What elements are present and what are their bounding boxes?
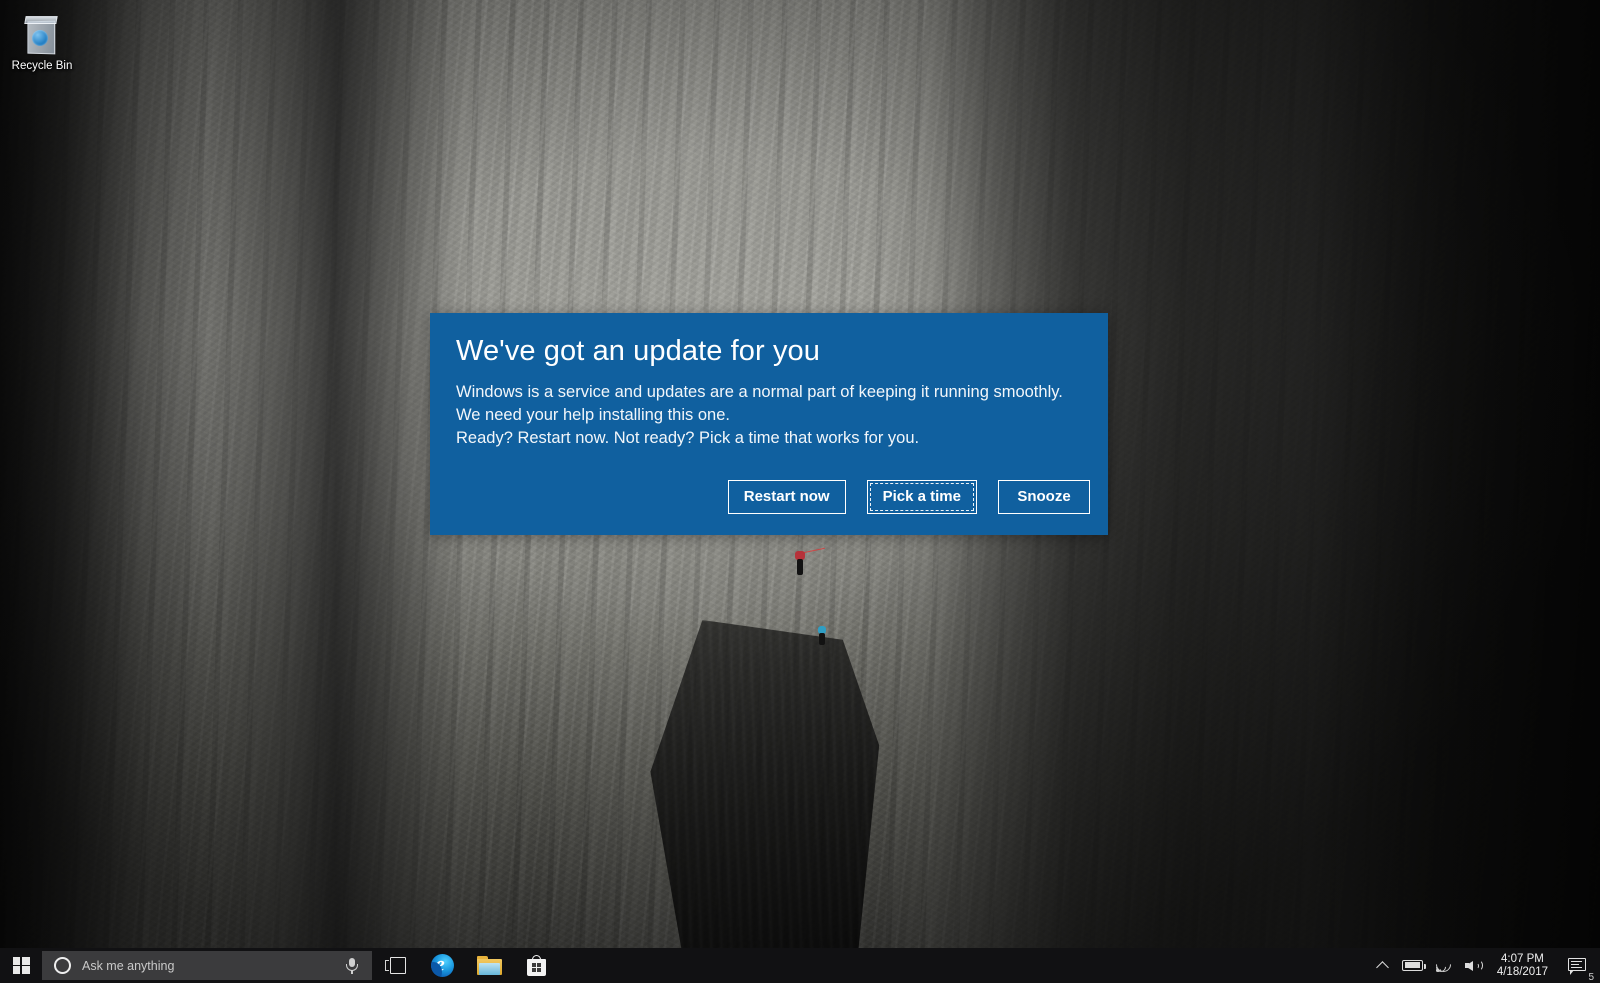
wifi-icon <box>1432 953 1454 976</box>
file-explorer-button[interactable] <box>466 948 513 983</box>
taskbar-empty-area <box>560 948 1369 983</box>
desktop-icon-recycle-bin[interactable]: Recycle Bin <box>6 14 78 73</box>
notification-icon <box>1567 957 1587 975</box>
battery-button[interactable] <box>1397 948 1429 983</box>
dialog-button-row: Restart now Pick a time Snooze <box>727 480 1090 514</box>
edge-button[interactable] <box>419 948 466 983</box>
store-button[interactable] <box>513 948 560 983</box>
clock-button[interactable]: 4:07 PM 4/18/2017 <box>1491 948 1560 983</box>
search-input[interactable]: Ask me anything <box>82 959 344 973</box>
dialog-title: We've got an update for you <box>456 335 820 367</box>
dialog-body: Windows is a service and updates are a n… <box>456 381 1081 450</box>
windows-update-dialog: We've got an update for you Windows is a… <box>430 313 1108 535</box>
cortana-search-box[interactable]: Ask me anything <box>42 951 372 980</box>
show-hidden-icons-button[interactable] <box>1369 948 1397 983</box>
dialog-body-line-2: Ready? Restart now. Not ready? Pick a ti… <box>456 429 920 447</box>
clock-time: 4:07 PM <box>1501 952 1544 965</box>
action-center-button[interactable]: 5 <box>1560 948 1594 983</box>
restart-now-button[interactable]: Restart now <box>727 480 846 514</box>
task-view-button[interactable] <box>372 948 419 983</box>
edge-icon <box>431 954 454 977</box>
microphone-icon[interactable] <box>344 957 360 975</box>
snooze-button[interactable]: Snooze <box>998 480 1090 514</box>
folder-icon <box>477 955 502 976</box>
network-button[interactable] <box>1429 948 1459 983</box>
taskbar: Ask me anything e 4:07 PM 4/18/2017 5 <box>0 948 1600 983</box>
action-center-badge: 5 <box>1588 972 1594 983</box>
system-tray: 4:07 PM 4/18/2017 5 <box>1369 948 1600 983</box>
recycle-bin-icon <box>23 14 61 56</box>
task-view-icon <box>384 957 407 974</box>
cortana-circle-icon <box>54 957 71 974</box>
volume-button[interactable] <box>1459 948 1491 983</box>
windows-logo-icon <box>12 957 30 974</box>
chevron-up-icon <box>1376 961 1390 974</box>
pick-a-time-button[interactable]: Pick a time <box>866 480 977 514</box>
clock-date: 4/18/2017 <box>1496 965 1548 978</box>
dialog-body-line-1: Windows is a service and updates are a n… <box>456 383 1063 424</box>
desktop-icon-label: Recycle Bin <box>11 60 73 72</box>
desktop-screen: Recycle Bin We've got an update for you … <box>0 0 1600 983</box>
start-button[interactable] <box>0 948 42 983</box>
battery-icon <box>1402 960 1427 971</box>
speaker-icon <box>1465 958 1484 974</box>
store-bag-icon <box>527 955 546 976</box>
